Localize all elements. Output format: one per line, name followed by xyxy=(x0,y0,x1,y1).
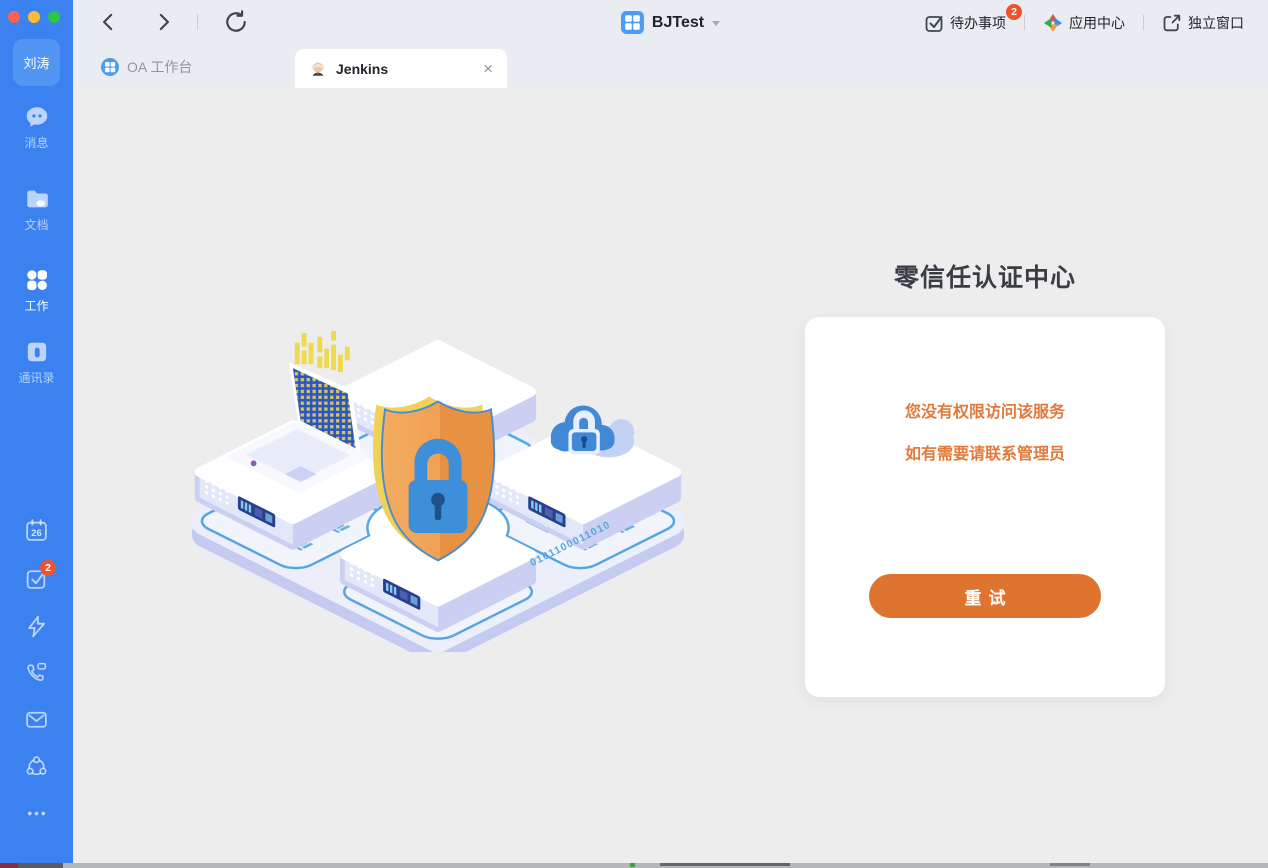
workbench-grid-icon xyxy=(101,58,119,76)
laptop-graphic xyxy=(232,331,365,490)
main-content: 0101100011010 零信任认证中心 您没有权限访问该服务 如有需要请联系… xyxy=(73,88,1268,863)
close-window-button[interactable] xyxy=(8,11,20,23)
tab-label: OA 工作台 xyxy=(127,57,192,77)
workspace-grid-icon xyxy=(621,11,644,34)
avatar[interactable]: 刘涛 xyxy=(13,39,60,86)
tab-oa-workbench[interactable]: OA 工作台 xyxy=(101,45,192,88)
retry-button[interactable]: 重试 xyxy=(869,574,1101,618)
folder-icon xyxy=(24,186,50,212)
zero-trust-illustration: 0101100011010 xyxy=(183,306,693,652)
maximize-window-button[interactable] xyxy=(48,11,60,23)
chat-bubble-icon xyxy=(24,104,50,130)
app-center-pinwheel-icon xyxy=(1043,13,1063,33)
contacts-book-icon xyxy=(24,339,50,365)
sidebar: 刘涛 消息 文档 工作 xyxy=(0,0,73,863)
calendar-day-number: 26 xyxy=(31,528,41,538)
app-center-button[interactable]: 应用中心 xyxy=(1033,13,1135,33)
avatar-label: 刘涛 xyxy=(23,53,49,72)
open-new-window-icon xyxy=(1162,13,1182,33)
todo-items-label: 待办事项 xyxy=(950,13,1006,33)
tabbar: OA 工作台 Jenkins × xyxy=(73,45,1268,88)
sidebar-tool-todo[interactable]: 2 xyxy=(24,566,49,591)
sidebar-tool-more[interactable] xyxy=(24,801,49,826)
titlebar-divider xyxy=(1143,15,1144,30)
page-title: 零信任认证中心 xyxy=(805,258,1165,294)
check-square-icon xyxy=(924,13,944,33)
todo-badge: 2 xyxy=(40,560,56,576)
app-window: 刘涛 消息 文档 工作 xyxy=(0,0,1268,868)
people-network-icon xyxy=(24,754,49,779)
contact-admin-message: 如有需要请联系管理员 xyxy=(805,440,1165,464)
sidebar-item-docs[interactable]: 文档 xyxy=(0,186,73,233)
sidebar-tool-mail[interactable] xyxy=(24,707,49,732)
standalone-window-button[interactable]: 独立窗口 xyxy=(1152,13,1254,33)
calendar-icon: 26 xyxy=(24,518,49,543)
sidebar-item-work[interactable]: 工作 xyxy=(0,267,73,314)
sidebar-item-label: 通讯录 xyxy=(0,369,73,386)
tab-close-icon[interactable]: × xyxy=(483,60,493,77)
minimize-window-button[interactable] xyxy=(28,11,40,23)
tab-label: Jenkins xyxy=(336,61,388,77)
workspace-name: BJTest xyxy=(652,14,704,32)
lightning-icon xyxy=(24,614,49,639)
todo-items-button[interactable]: 待办事项 2 xyxy=(914,13,1016,33)
standalone-window-label: 独立窗口 xyxy=(1188,13,1244,33)
chevron-down-icon xyxy=(712,21,720,26)
window-controls xyxy=(8,11,60,23)
sidebar-tool-workflow[interactable] xyxy=(24,614,49,639)
titlebar-divider xyxy=(1024,15,1025,30)
todo-items-badge: 2 xyxy=(1006,4,1022,20)
auth-card: 您没有权限访问该服务 如有需要请联系管理员 重试 xyxy=(805,317,1165,697)
background-window-sliver xyxy=(0,863,1268,868)
workbench-clover-icon xyxy=(24,267,50,293)
secure-cloud-graphic xyxy=(551,405,634,457)
sidebar-tool-video-call[interactable] xyxy=(24,660,49,685)
ellipsis-icon xyxy=(24,801,49,826)
jenkins-butler-icon xyxy=(309,60,327,78)
permission-denied-message: 您没有权限访问该服务 xyxy=(805,398,1165,422)
sidebar-item-messages[interactable]: 消息 xyxy=(0,104,73,151)
sidebar-item-contacts[interactable]: 通讯录 xyxy=(0,339,73,386)
titlebar: BJTest 待办事项 2 应用中心 xyxy=(73,0,1268,45)
app-center-label: 应用中心 xyxy=(1069,13,1125,33)
sidebar-item-label: 消息 xyxy=(0,134,73,151)
sidebar-item-label: 工作 xyxy=(0,297,73,314)
tab-jenkins[interactable]: Jenkins × xyxy=(295,49,507,88)
video-phone-icon xyxy=(24,660,49,685)
titlebar-actions: 待办事项 2 应用中心 独立窗口 xyxy=(914,0,1254,45)
sidebar-item-label: 文档 xyxy=(0,216,73,233)
sidebar-tool-calendar[interactable]: 26 xyxy=(24,518,49,543)
sidebar-tool-community[interactable] xyxy=(24,754,49,779)
envelope-icon xyxy=(24,707,49,732)
